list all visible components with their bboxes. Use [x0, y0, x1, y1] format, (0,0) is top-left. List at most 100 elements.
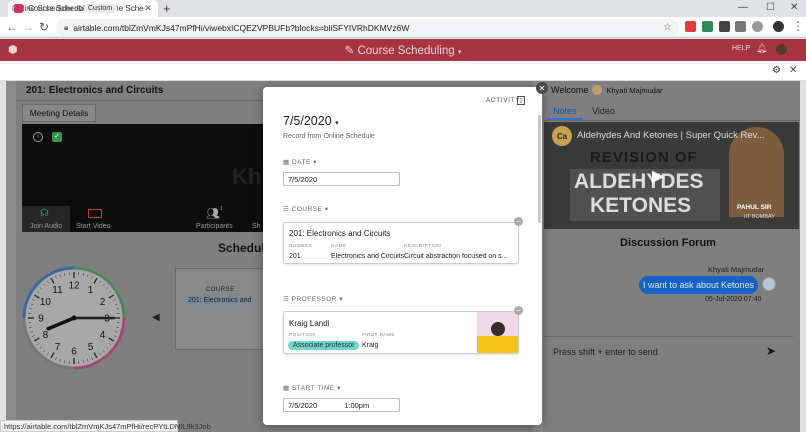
status-bar: https://airtable.com/tblZmVmKJs47mPfHi/r… [0, 420, 211, 432]
new-tab-icon[interactable]: + [163, 1, 171, 16]
date-field-label[interactable]: ▦ DATE ▾ [283, 158, 317, 166]
thumbnail-text: KETONES [590, 194, 692, 217]
position-label: POSITION [289, 333, 316, 338]
close-icon[interactable]: ✕ [789, 65, 797, 76]
youtube-player[interactable]: Ca Aldehydes And Ketones | Super Quick R… [544, 122, 799, 229]
extension-icon[interactable] [685, 21, 696, 32]
welcome-label: Welcome [551, 85, 589, 95]
avatar[interactable] [773, 21, 784, 32]
chevron-down-icon: ▾ [337, 385, 341, 392]
avatar [762, 277, 776, 291]
forward-icon[interactable]: → [22, 20, 34, 34]
date-label-text: DATE [291, 159, 311, 166]
pencil-icon: ✎ [344, 45, 355, 57]
start-time-label-text: START TIME [291, 385, 335, 392]
description-label: DESCRIPTION [404, 244, 442, 249]
participants-button[interactable]: 👥︎ 1 Participants [192, 206, 240, 232]
close-modal-icon[interactable]: ✕ [536, 82, 548, 94]
modal-title[interactable]: 7/5/2020 ▾ [283, 114, 339, 128]
linked-course-title: 201: Electronics and Circuits [289, 229, 391, 238]
profile-icon[interactable] [752, 21, 763, 32]
back-icon[interactable]: ← [6, 20, 18, 34]
remove-link-icon[interactable]: − [514, 306, 523, 315]
bookmark-star-icon[interactable]: ☆ [663, 22, 672, 33]
settings-icon[interactable]: ⚙︎ [76, 4, 83, 13]
maximize-icon[interactable]: ☐ [766, 2, 775, 13]
share-label[interactable]: Sh [252, 223, 261, 230]
activity-button[interactable]: ACTIVITY [486, 97, 520, 104]
divider [543, 120, 800, 121]
url-input[interactable]: 🔒︎ airtable.com/tblZmVmKJs47mPfHi/viwebx… [56, 19, 679, 36]
link-icon: ☰ [283, 206, 290, 213]
avatar[interactable] [776, 44, 787, 55]
linked-professor-card[interactable]: Kraig Landi POSITION FIRST NAME Associat… [283, 311, 519, 354]
gear-icon[interactable]: ⚙︎ [772, 65, 781, 76]
channel-logo: Ca [552, 126, 572, 146]
number-label: NUMBER [289, 244, 313, 249]
video-meeting: Kh i ✓ ☊ Join Audio Start Video 👥︎ 1 Par… [22, 124, 270, 232]
extension-icon[interactable] [719, 21, 730, 32]
video-title[interactable]: Aldehydes And Ketones | Super Quick Rev.… [577, 130, 765, 141]
chevron-down-icon: ▾ [457, 49, 462, 56]
clock-number: 6 [71, 347, 77, 358]
chevron-down-icon: ▾ [313, 159, 317, 166]
activity-panel-icon[interactable]: ▯ [517, 96, 525, 105]
reload-icon[interactable]: ↻ [39, 20, 49, 34]
help-button[interactable]: HELP [732, 45, 750, 52]
play-icon[interactable]: ▶ [652, 166, 664, 186]
extension-icon[interactable] [702, 21, 713, 32]
professor-field-label[interactable]: ☰ PROFESSOR ▾ [283, 295, 343, 303]
professor-photo [477, 312, 518, 353]
date-input[interactable]: 7/5/2020 [283, 172, 400, 186]
linked-course-card[interactable]: 201: Electronics and Circuits NUMBER NAM… [283, 222, 519, 264]
join-audio-button[interactable]: ☊ Join Audio [22, 206, 70, 232]
chat-timestamp: 05-Jul-2020 07:40 [705, 296, 762, 303]
send-icon[interactable]: ➤ [766, 344, 776, 358]
forum-heading: Discussion Forum [620, 237, 716, 249]
calendar-icon: ▦ [283, 385, 290, 392]
chat-message: I want to ask about Ketones [639, 276, 758, 294]
app-bar [0, 61, 806, 81]
notification-bell-icon[interactable]: 🔔︎ [756, 43, 767, 54]
tab-notes[interactable]: Notes [553, 106, 577, 116]
tab-meeting-details[interactable]: Meeting Details [22, 104, 96, 122]
welcome-bar: Welcome Khyati Majmudar [551, 85, 663, 95]
app-name[interactable]: Online Scheduler ⚙︎▾ [12, 4, 86, 13]
participants-icon: 👥︎ [206, 208, 220, 220]
chat-username: Khyati Majmudar [708, 265, 765, 274]
tab-video[interactable]: Video [592, 106, 615, 116]
camera-icon[interactable] [735, 21, 746, 32]
clock-number: 4 [100, 330, 106, 341]
minimize-icon[interactable]: — [738, 2, 748, 13]
chevron-down-icon: ▾ [335, 120, 339, 127]
shield-icon[interactable]: ✓ [52, 132, 62, 142]
scrollbar[interactable] [538, 115, 541, 223]
info-icon[interactable]: i [33, 132, 43, 142]
start-time-input[interactable]: 7/5/2020 1:00pm [283, 398, 400, 412]
record-title: 201: Electronics and Circuits [26, 85, 164, 96]
participants-count: 1 [220, 206, 223, 212]
headphones-icon: ☊ [40, 208, 49, 219]
close-window-icon[interactable]: ✕ [790, 2, 798, 13]
menu-dots-icon[interactable]: ⋮ [792, 19, 804, 33]
analog-clock: 121234567891011 [22, 266, 126, 370]
clock-number: 11 [52, 285, 63, 296]
video-background-text: Kh [232, 164, 262, 189]
clock-number: 10 [40, 297, 52, 308]
start-video-button[interactable]: Start Video [74, 206, 119, 232]
name-label: NAME [331, 244, 347, 249]
close-tab-icon[interactable]: ✕ [144, 3, 152, 14]
participants-label: Participants [196, 223, 233, 230]
clock-number: 2 [100, 297, 106, 308]
course-card[interactable]: COURSE 201: Electronics and Ci [175, 268, 265, 350]
start-video-label: Start Video [76, 223, 111, 230]
presenter-name: PAHUL SIR [737, 204, 772, 211]
course-field-label[interactable]: ☰ COURSE ▾ [283, 205, 329, 213]
remove-link-icon[interactable]: − [514, 217, 523, 226]
previous-arrow-icon[interactable]: ◀ [152, 312, 160, 323]
clock-number: 12 [68, 281, 80, 292]
start-time-field-label[interactable]: ▦ START TIME ▾ [283, 384, 341, 392]
base-title[interactable]: ✎ Course Scheduling ▾ [0, 43, 806, 57]
course-label: COURSE [206, 287, 235, 293]
chevron-down-icon: ▾ [324, 206, 329, 213]
